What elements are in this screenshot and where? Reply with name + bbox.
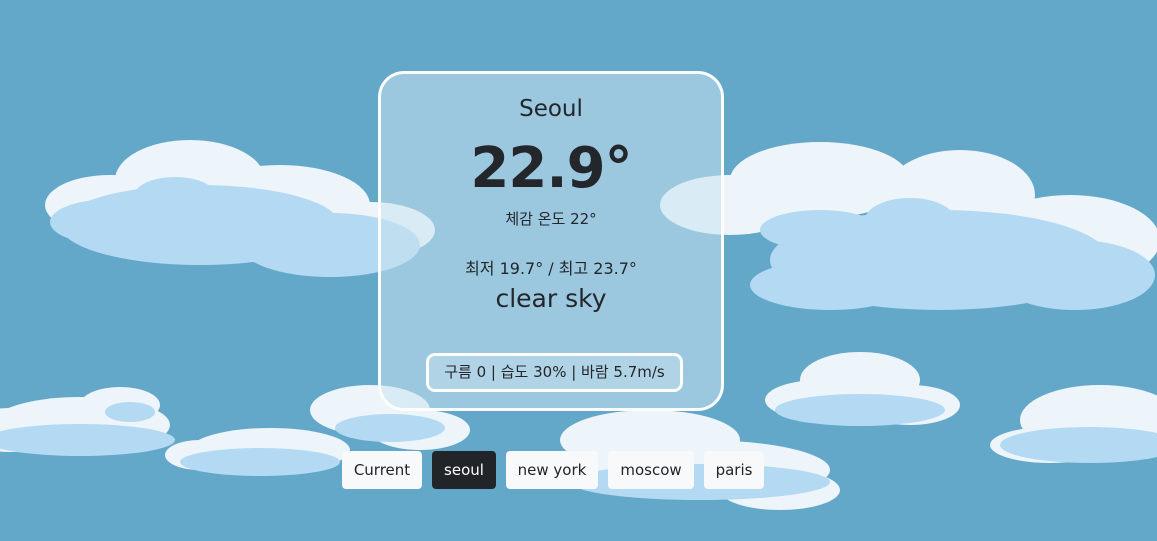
min-max-temperature: 최저 19.7° / 최고 23.7° [465,259,637,278]
city-button-moscow[interactable]: moscow [608,451,694,489]
weather-description: clear sky [495,284,607,313]
city-button-new-york[interactable]: new york [506,451,598,489]
city-name: Seoul [519,96,583,122]
feels-like-temperature: 체감 온도 22° [505,210,597,228]
current-temperature: 22.9° [470,136,632,201]
weather-card: Seoul 22.9° 체감 온도 22° 최저 19.7° / 최고 23.7… [378,71,724,411]
weather-details-badge: 구름 0 | 습도 30% | 바람 5.7m/s [426,353,683,392]
weather-app: Seoul 22.9° 체감 온도 22° 최저 19.7° / 최고 23.7… [0,0,1157,541]
city-button-current[interactable]: Current [342,451,422,489]
city-button-paris[interactable]: paris [704,451,764,489]
city-button-seoul[interactable]: seoul [432,451,496,489]
city-button-group: Current seoul new york moscow paris [0,451,1157,489]
cloud-upper-left [45,140,435,277]
cloud-upper-right [660,142,1157,310]
